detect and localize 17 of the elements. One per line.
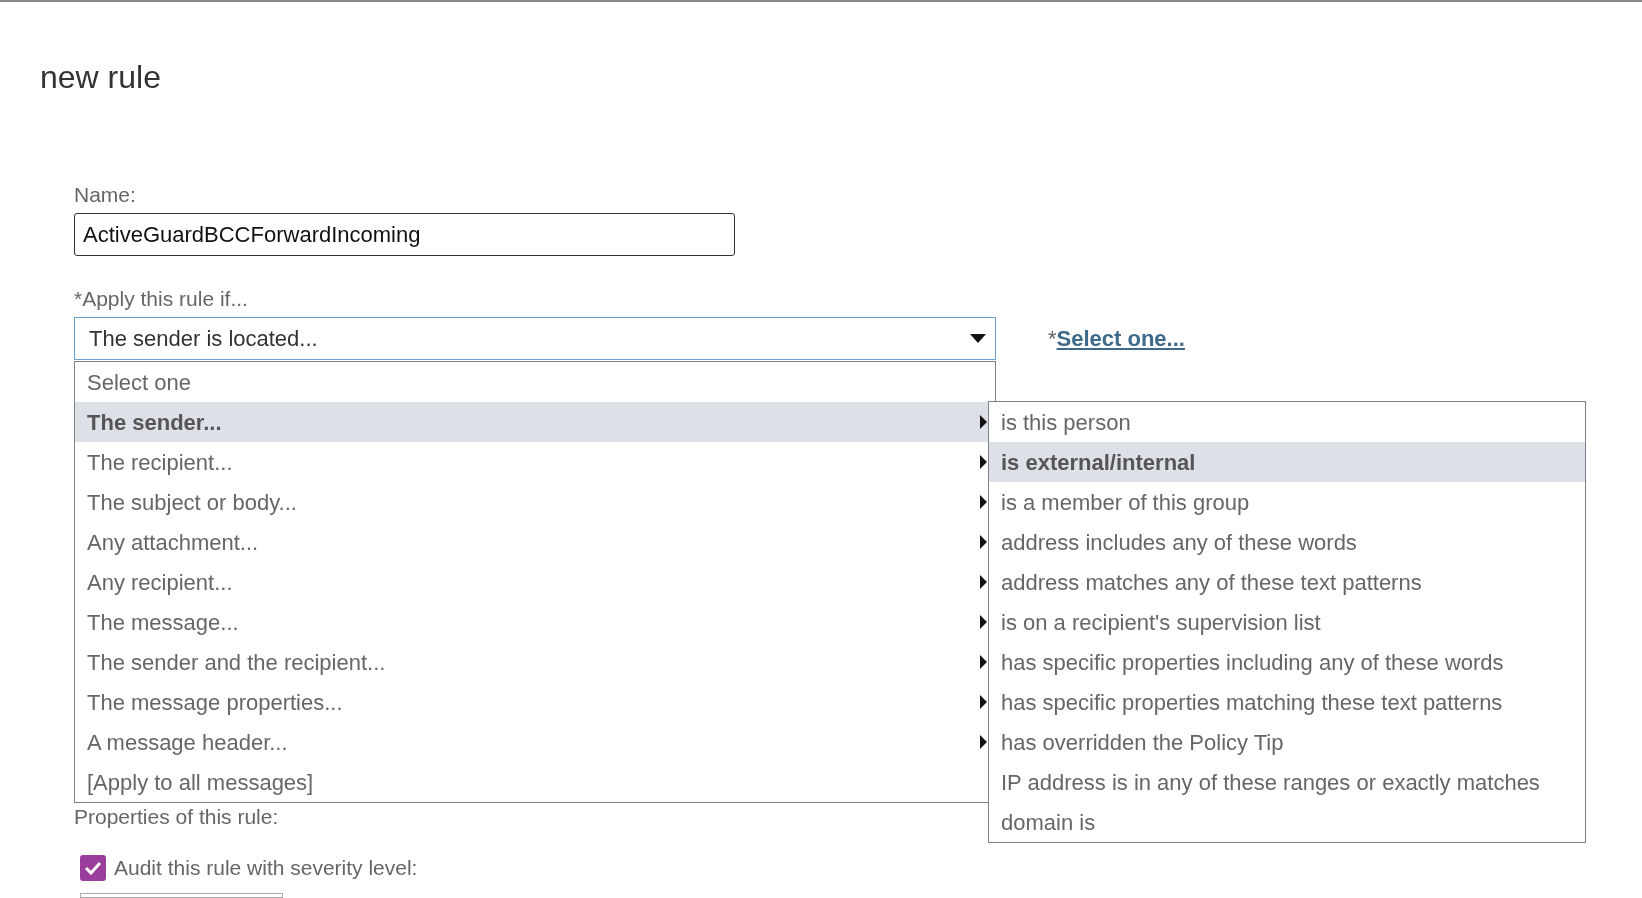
menu-item[interactable]: Select one xyxy=(75,362,995,402)
submenu-item[interactable]: IP address is in any of these ranges or exactly matches xyxy=(989,762,1585,802)
submenu-item[interactable]: domain is xyxy=(989,802,1585,842)
section-label: Properties of this rule: xyxy=(74,804,279,830)
caret-icon xyxy=(970,334,986,343)
page-title: new rule xyxy=(40,58,162,97)
check-icon xyxy=(84,861,102,875)
field-label: Name: xyxy=(74,182,136,208)
condition-dropdown[interactable]: The sender is located... xyxy=(74,317,996,360)
name-field[interactable]: ActiveGuardBCCForwardIncoming xyxy=(74,213,735,256)
required-mark: * xyxy=(1048,325,1057,353)
submenu-item[interactable]: is external/internal xyxy=(989,442,1585,482)
severity-field[interactable] xyxy=(80,893,283,898)
select-one-link[interactable]: Select one... xyxy=(1056,322,1185,355)
field-label: *Apply this rule if... xyxy=(74,286,248,312)
audit-checkbox[interactable] xyxy=(80,855,106,881)
checkbox-label: Audit this rule with severity level: xyxy=(114,855,418,881)
